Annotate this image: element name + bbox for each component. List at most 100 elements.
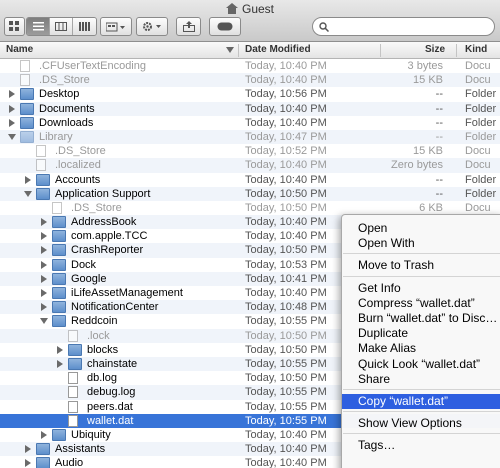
disclosure-closed-icon[interactable] bbox=[8, 104, 16, 113]
row-name: .DS_Store bbox=[39, 74, 90, 87]
menu-item[interactable]: Tags… bbox=[342, 438, 500, 453]
row-date: Today, 10:47 PM bbox=[245, 130, 327, 143]
column-date-header[interactable]: Date Modified bbox=[245, 44, 311, 55]
column-kind-header[interactable]: Kind bbox=[465, 44, 487, 55]
document-icon bbox=[68, 329, 78, 342]
folder-icon bbox=[52, 230, 66, 243]
back-forward-button[interactable] bbox=[4, 17, 25, 36]
row-name: com.apple.TCC bbox=[71, 230, 148, 243]
arrange-button[interactable] bbox=[100, 17, 132, 36]
folder-icon bbox=[52, 244, 66, 257]
column-name-header[interactable]: Name bbox=[6, 44, 33, 55]
menu-separator bbox=[343, 389, 500, 390]
disclosure-closed-icon[interactable] bbox=[40, 232, 48, 241]
cover-flow-button[interactable] bbox=[73, 18, 96, 35]
document-icon bbox=[68, 372, 78, 385]
menu-item[interactable]: Show View Options bbox=[342, 416, 500, 431]
row-size: -- bbox=[435, 102, 443, 115]
menu-item[interactable]: Quick Look “wallet.dat” bbox=[342, 357, 500, 372]
disclosure-open-icon[interactable] bbox=[24, 190, 32, 198]
disclosure-closed-icon[interactable] bbox=[24, 175, 32, 184]
disclosure-closed-icon[interactable] bbox=[24, 445, 32, 454]
column-separator bbox=[380, 44, 381, 57]
gear-icon bbox=[143, 22, 161, 31]
menu-item[interactable]: Move to Trash bbox=[342, 258, 500, 273]
row-date: Today, 10:40 PM bbox=[245, 116, 327, 129]
table-row[interactable]: .localized Today, 10:40 PM Zero bytes Docu bbox=[0, 158, 500, 173]
menu-item[interactable]: Duplicate bbox=[342, 326, 500, 341]
search-input[interactable] bbox=[333, 20, 483, 33]
row-kind: Docu bbox=[465, 159, 491, 172]
window-title: Guest bbox=[0, 2, 500, 16]
column-view-button[interactable] bbox=[50, 18, 73, 35]
row-name: Application Support bbox=[55, 187, 151, 200]
list-view-button[interactable] bbox=[27, 18, 50, 35]
disclosure-closed-icon[interactable] bbox=[40, 430, 48, 439]
menu-item[interactable]: Get Info bbox=[342, 281, 500, 296]
menu-item[interactable]: Burn “wallet.dat” to Disc… bbox=[342, 311, 500, 326]
disclosure-closed-icon[interactable] bbox=[40, 260, 48, 269]
disclosure-open-icon[interactable] bbox=[40, 317, 48, 325]
menu-item[interactable]: Make Alias bbox=[342, 341, 500, 356]
menu-separator bbox=[343, 275, 500, 277]
search-icon bbox=[319, 21, 329, 32]
row-date: Today, 10:56 PM bbox=[245, 88, 327, 101]
search-field[interactable] bbox=[312, 17, 495, 36]
column-size-header[interactable]: Size bbox=[425, 44, 445, 55]
table-row[interactable]: Desktop Today, 10:56 PM -- Folder bbox=[0, 87, 500, 101]
row-date: Today, 10:50 PM bbox=[245, 372, 327, 385]
table-row[interactable]: .DS_Store Today, 10:52 PM 15 KB Docu bbox=[0, 144, 500, 158]
grid-view-icon bbox=[9, 21, 19, 31]
disclosure-closed-icon[interactable] bbox=[56, 359, 64, 368]
row-name: .DS_Store bbox=[71, 201, 122, 214]
row-size: Zero bytes bbox=[391, 159, 443, 172]
table-row[interactable]: .DS_Store Today, 10:50 PM 6 KB Docu bbox=[0, 201, 500, 215]
disclosure-closed-icon[interactable] bbox=[24, 459, 32, 468]
disclosure-closed-icon[interactable] bbox=[40, 303, 48, 312]
cover-flow-icon bbox=[78, 22, 90, 31]
row-name: Downloads bbox=[39, 116, 94, 129]
disclosure-closed-icon[interactable] bbox=[8, 90, 16, 99]
tags-button[interactable] bbox=[209, 17, 241, 36]
disclosure-closed-icon[interactable] bbox=[8, 118, 16, 127]
table-row[interactable]: Application Support Today, 10:50 PM -- Fold… bbox=[0, 186, 500, 201]
row-name: Documents bbox=[39, 102, 95, 115]
disclosure-closed-icon[interactable] bbox=[40, 246, 48, 255]
menu-item[interactable]: Open With bbox=[342, 236, 500, 251]
row-kind: Folder bbox=[465, 88, 497, 101]
menu-item[interactable]: Compress “wallet.dat” bbox=[342, 296, 500, 311]
row-date: Today, 10:40 PM bbox=[245, 428, 327, 441]
row-name: chainstate bbox=[87, 357, 138, 370]
folder-icon bbox=[20, 88, 34, 101]
row-date: Today, 10:55 PM bbox=[245, 386, 327, 399]
share-button[interactable] bbox=[176, 17, 201, 36]
row-name: Google bbox=[71, 272, 107, 285]
table-row[interactable]: Documents Today, 10:40 PM -- Folder bbox=[0, 101, 500, 116]
table-row[interactable]: .CFUserTextEncoding Today, 10:40 PM 3 byte… bbox=[0, 59, 500, 73]
row-kind: Folder bbox=[465, 130, 497, 143]
row-name: Reddcoin bbox=[71, 315, 118, 328]
table-row[interactable]: Library Today, 10:47 PM -- Folder bbox=[0, 129, 500, 145]
disclosure-closed-icon[interactable] bbox=[40, 274, 48, 283]
menu-item[interactable]: Copy “wallet.dat” bbox=[342, 394, 500, 409]
row-date: Today, 10:53 PM bbox=[245, 258, 327, 271]
document-icon bbox=[36, 145, 46, 158]
menu-item[interactable]: Open bbox=[342, 221, 500, 236]
row-name: .lock bbox=[87, 329, 110, 342]
disclosure-closed-icon[interactable] bbox=[40, 218, 48, 227]
menu-separator bbox=[343, 433, 500, 435]
disclosure-closed-icon[interactable] bbox=[40, 289, 48, 297]
row-size: -- bbox=[435, 130, 443, 143]
row-name: NotificationCenter bbox=[71, 301, 159, 314]
table-row[interactable]: Accounts Today, 10:40 PM -- Folder bbox=[0, 173, 500, 187]
disclosure-closed-icon[interactable] bbox=[56, 345, 64, 354]
table-row[interactable]: Downloads Today, 10:40 PM -- Folder bbox=[0, 116, 500, 130]
menu-item[interactable]: Share bbox=[342, 372, 500, 387]
table-row[interactable]: .DS_Store Today, 10:40 PM 15 KB Docu bbox=[0, 73, 500, 88]
row-date: Today, 10:40 PM bbox=[245, 443, 327, 456]
disclosure-open-icon[interactable] bbox=[8, 133, 16, 141]
home-icon bbox=[225, 3, 238, 14]
action-button[interactable] bbox=[136, 17, 168, 36]
row-kind: Docu bbox=[465, 74, 491, 87]
row-date: Today, 10:55 PM bbox=[245, 315, 327, 328]
